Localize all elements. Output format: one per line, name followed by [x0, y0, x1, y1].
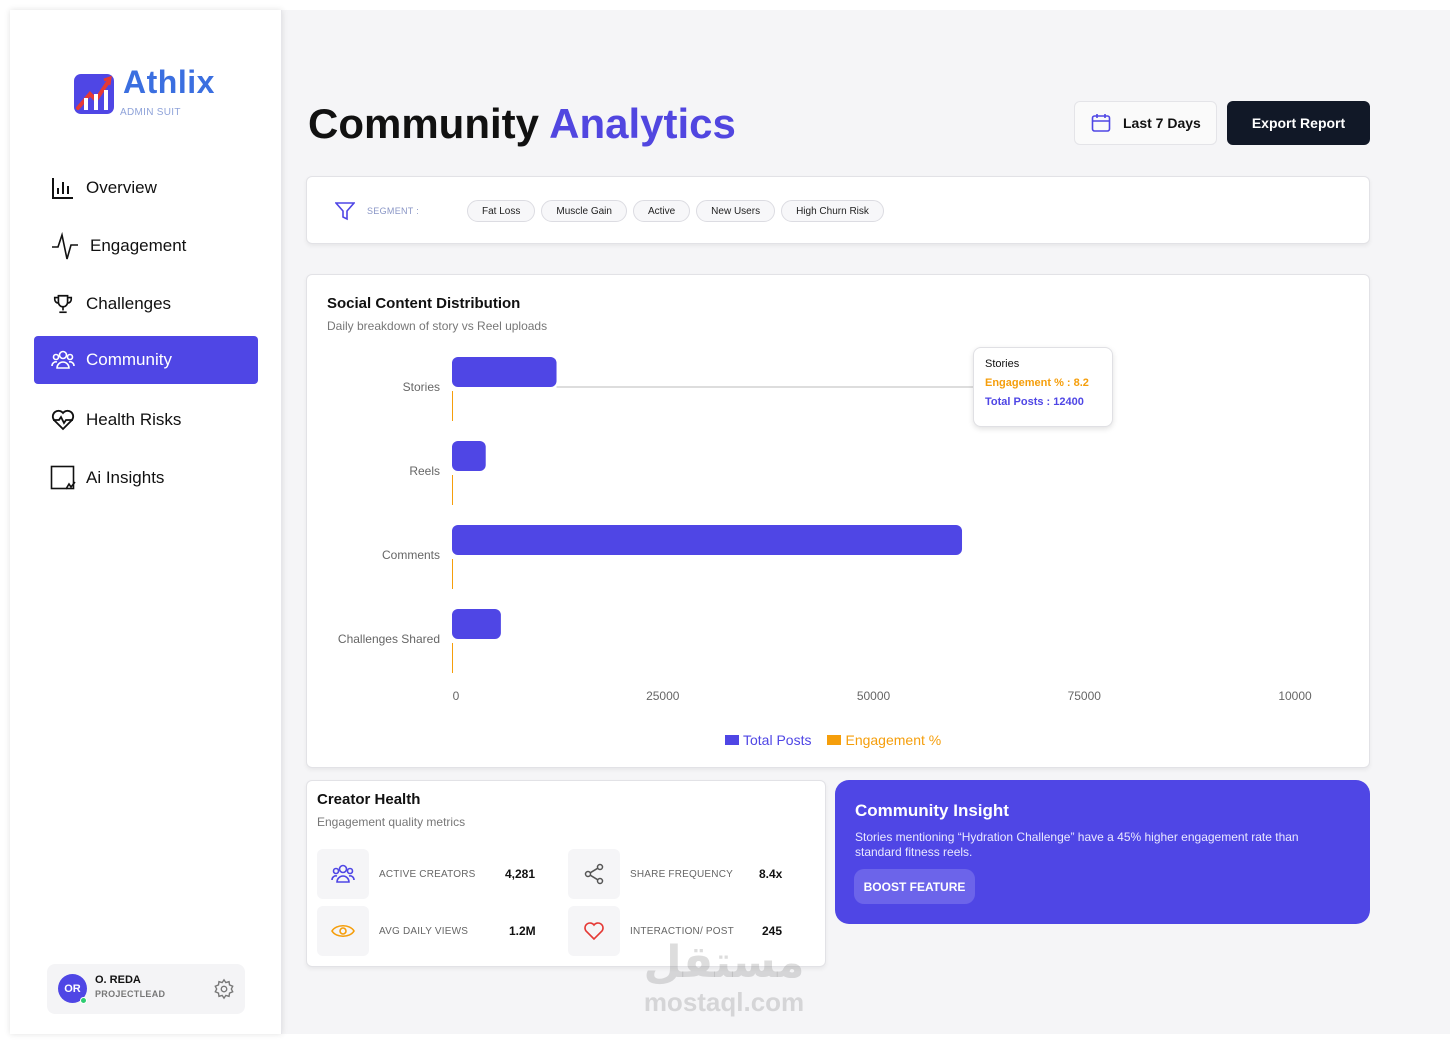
sidebar-item-label: Health Risks	[86, 410, 182, 429]
chip-active[interactable]: Active	[632, 200, 691, 222]
metric-value: 4,281	[505, 867, 536, 881]
chip-fat-loss[interactable]: Fat Loss	[467, 200, 536, 222]
sidebar-item-engagement[interactable]: Engagement	[34, 222, 258, 270]
share-icon	[568, 849, 620, 899]
legend-item-engagement[interactable]: Engagement %	[827, 732, 941, 748]
chart-legend: Total Posts Engagement %	[725, 732, 941, 748]
users-icon	[317, 849, 369, 899]
sidebar-item-label: Overview	[86, 178, 157, 197]
legend-item-total-posts[interactable]: Total Posts	[725, 732, 811, 748]
export-report-button[interactable]: Export Report	[1227, 101, 1370, 145]
x-tick-label: 25000	[646, 689, 680, 703]
heart-pulse-icon	[50, 407, 76, 433]
brand-subtitle: ADMIN SUIT	[120, 107, 181, 118]
x-tick-label: 50000	[857, 689, 891, 703]
eye-icon	[317, 906, 369, 956]
heart-icon	[568, 906, 620, 956]
tooltip-engagement: Engagement % : 8.2	[985, 377, 1089, 389]
pulse-icon	[50, 231, 80, 260]
x-tick-label: 10000	[1278, 689, 1312, 703]
chip-new-users[interactable]: New Users	[696, 200, 776, 222]
tooltip-total-posts: Total Posts : 12400	[985, 396, 1084, 408]
brand-name: Athlix	[123, 64, 215, 100]
trophy-icon	[50, 291, 76, 317]
legend-swatch-icon	[827, 735, 842, 745]
category-label: Stories	[403, 380, 440, 394]
bar-total-posts[interactable]	[452, 357, 557, 387]
category-label: Challenges Shared	[338, 632, 440, 646]
page-title-main: Community	[308, 100, 539, 147]
segment-label: SEGMENT :	[367, 206, 420, 216]
metric-label: INTERACTION/ POST	[630, 926, 734, 937]
sidebar-item-ai-insights[interactable]: Ai Insights	[34, 454, 258, 502]
sidebar-item-health-risks[interactable]: Health Risks	[34, 396, 258, 444]
user-name: O. REDA	[95, 974, 141, 986]
watermark-arabic: مستقل	[643, 937, 805, 988]
metric-label: ACTIVE CREATORS	[379, 869, 476, 880]
metric-label: SHARE FREQUENCY	[630, 869, 734, 880]
ai-icon	[50, 465, 76, 491]
metric-value: 245	[762, 924, 783, 938]
boost-feature-button[interactable]: BOOST FEATURE	[854, 869, 975, 904]
user-role: PROJECTLEAD	[95, 989, 166, 999]
bar-total-posts[interactable]	[452, 441, 486, 471]
segment-chips: Fat Loss Muscle Gain Active New Users Hi…	[467, 200, 884, 222]
bar-total-posts[interactable]	[452, 525, 963, 555]
social-content-chart-card: Social Content Distribution Daily breakd…	[306, 274, 1370, 768]
sidebar-item-label: Community	[86, 350, 172, 369]
chip-high-churn-risk[interactable]: High Churn Risk	[781, 200, 884, 222]
category-label: Reels	[409, 464, 440, 478]
bar-total-posts[interactable]	[452, 609, 501, 639]
metric-active-creators: ACTIVE CREATORS 4,281	[317, 849, 557, 899]
sidebar-item-overview[interactable]: Overview	[34, 164, 258, 212]
online-status-dot	[80, 997, 87, 1004]
legend-swatch-icon	[725, 735, 739, 745]
metric-value: 8.4x	[759, 867, 783, 881]
app-frame: Athlix ADMIN SUIT Overview Engagement Ch…	[0, 0, 1450, 1044]
sidebar-item-label: Engagement	[90, 236, 187, 255]
sidebar-item-label: Ai Insights	[86, 468, 165, 487]
legend-label: Engagement %	[845, 732, 942, 748]
calendar-icon	[1091, 114, 1111, 132]
filter-icon[interactable]	[335, 201, 355, 221]
chip-muscle-gain[interactable]: Muscle Gain	[541, 200, 627, 222]
creator-health-title: Creator Health	[317, 791, 421, 808]
x-tick-label: 75000	[1068, 689, 1102, 703]
x-tick-label: 0	[453, 689, 460, 703]
metric-value: 1.2M	[509, 924, 536, 938]
gear-icon[interactable]	[213, 978, 235, 1000]
page-title: Community Analytics	[308, 100, 736, 148]
sidebar-item-label: Challenges	[86, 294, 172, 313]
date-range-button[interactable]: Last 7 Days	[1074, 101, 1217, 145]
watermark-latin: mostaql.com	[643, 987, 805, 1017]
watermark: مستقل mostaql.com	[624, 937, 824, 1017]
user-card[interactable]: OR O. REDA PROJECTLEAD	[47, 964, 245, 1014]
athlix-logo-icon	[74, 74, 114, 114]
metric-share-frequency: SHARE FREQUENCY 8.4x	[568, 849, 808, 899]
sidebar-item-challenges[interactable]: Challenges	[34, 280, 258, 328]
date-range-label: Last 7 Days	[1123, 115, 1201, 131]
bar-chart: Stories Reels Comments Challenges Shared 0 25…	[338, 357, 1312, 703]
chart-tooltip: Stories Engagement % : 8.2 Total Posts :…	[973, 347, 1113, 427]
legend-label: Total Posts	[743, 732, 812, 748]
bar-chart-icon	[50, 175, 76, 201]
page-title-accent: Analytics	[549, 100, 736, 147]
category-label: Comments	[382, 548, 440, 562]
community-insight-card: Community Insight Stories mentioning “Hy…	[835, 780, 1370, 924]
insight-title: Community Insight	[855, 801, 1009, 820]
metric-label: AVG DAILY VIEWS	[379, 926, 469, 937]
sidebar-item-community[interactable]: Community	[34, 336, 258, 384]
users-icon	[50, 347, 76, 373]
metric-avg-daily-views: AVG DAILY VIEWS 1.2M	[317, 906, 557, 956]
sidebar: Athlix ADMIN SUIT Overview Engagement Ch…	[10, 10, 282, 1034]
insight-body: Stories mentioning “Hydration Challenge”…	[855, 830, 1299, 859]
segment-filter-bar: SEGMENT : Fat Loss Muscle Gain Active Ne…	[306, 176, 1370, 244]
creator-health-subtitle: Engagement quality metrics	[317, 815, 466, 829]
tooltip-title: Stories	[985, 358, 1020, 370]
